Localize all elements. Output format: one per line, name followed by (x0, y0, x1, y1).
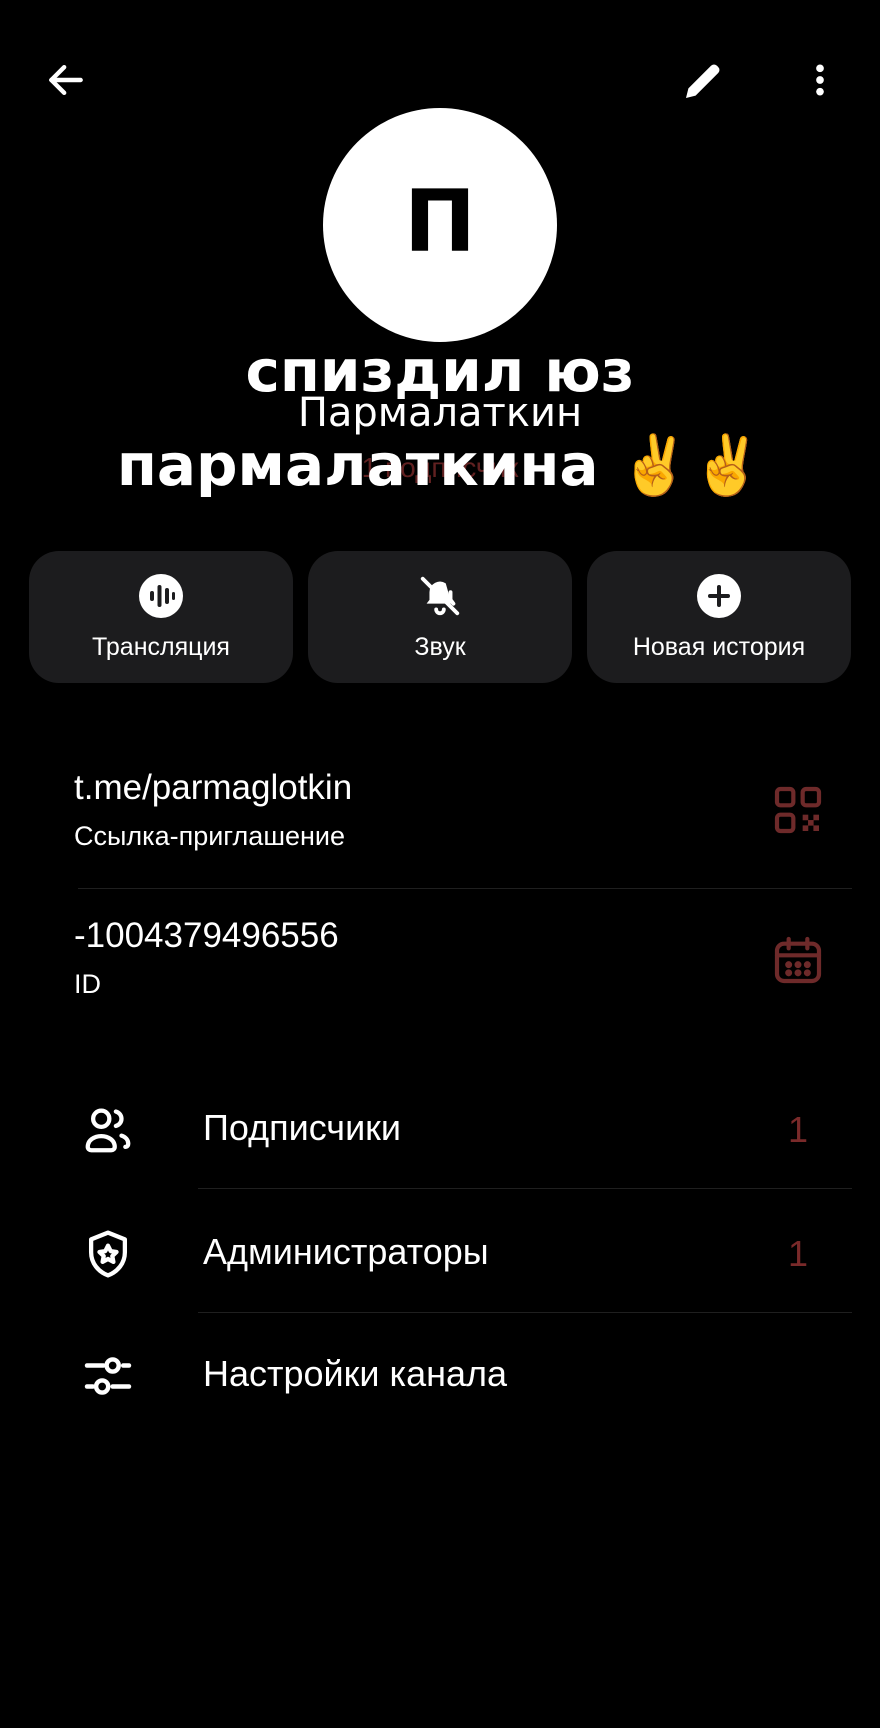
broadcast-icon (138, 573, 184, 619)
subscribers-row[interactable]: Подписчики 1 (0, 1078, 880, 1178)
sliders-icon (80, 1348, 136, 1404)
invite-link-caption: Ссылка-приглашение (74, 821, 346, 851)
avatar-letter: П (404, 172, 476, 272)
pencil-icon (686, 64, 720, 98)
arrow-left-icon (49, 64, 83, 96)
more-vertical-icon (816, 64, 824, 96)
administrators-row[interactable]: Администраторы 1 (0, 1202, 880, 1302)
invite-link-value: t.me/parmaglotkin (74, 768, 353, 807)
channel-title-line3: пармалаткина ✌️✌️ (116, 431, 764, 499)
id-caption: ID (74, 969, 101, 999)
calendar-button[interactable] (768, 930, 828, 990)
invite-link-row[interactable]: t.me/parmaglotkin Ссылка-приглашение (74, 766, 852, 866)
channel-settings-row[interactable]: Настройки канала (0, 1324, 880, 1424)
avatar[interactable]: П (323, 108, 557, 342)
qr-code-button[interactable] (768, 780, 828, 840)
plus-circle-icon (696, 573, 742, 619)
qr-code-icon (774, 786, 822, 834)
new-story-label: Новая история (632, 632, 806, 661)
shield-star-icon (80, 1226, 136, 1282)
id-row[interactable]: -1004379496556 ID (74, 914, 852, 1014)
broadcast-label: Трансляция (92, 632, 230, 661)
bell-off-icon (417, 573, 463, 619)
subscribers-count: 1 (787, 1109, 808, 1150)
more-options-button[interactable] (788, 48, 852, 112)
broadcast-button[interactable]: Трансляция (29, 551, 293, 683)
calendar-icon (774, 936, 822, 984)
info-divider (78, 888, 852, 889)
users-icon (80, 1102, 136, 1158)
edit-button[interactable] (672, 48, 736, 112)
sound-button[interactable]: Звук (308, 551, 572, 683)
subscribers-label: Подписчики (203, 1107, 402, 1148)
administrators-count: 1 (787, 1233, 808, 1274)
action-buttons: Трансляция Звук Новая история (29, 551, 851, 683)
administrators-label: Администраторы (203, 1231, 489, 1272)
back-button[interactable] (34, 48, 98, 112)
channel-settings-label: Настройки канала (203, 1353, 508, 1394)
sound-label: Звук (414, 632, 466, 661)
id-value: -1004379496556 (74, 916, 339, 955)
menu-divider-2 (198, 1312, 852, 1313)
new-story-button[interactable]: Новая история (587, 551, 851, 683)
menu-divider-1 (198, 1188, 852, 1189)
